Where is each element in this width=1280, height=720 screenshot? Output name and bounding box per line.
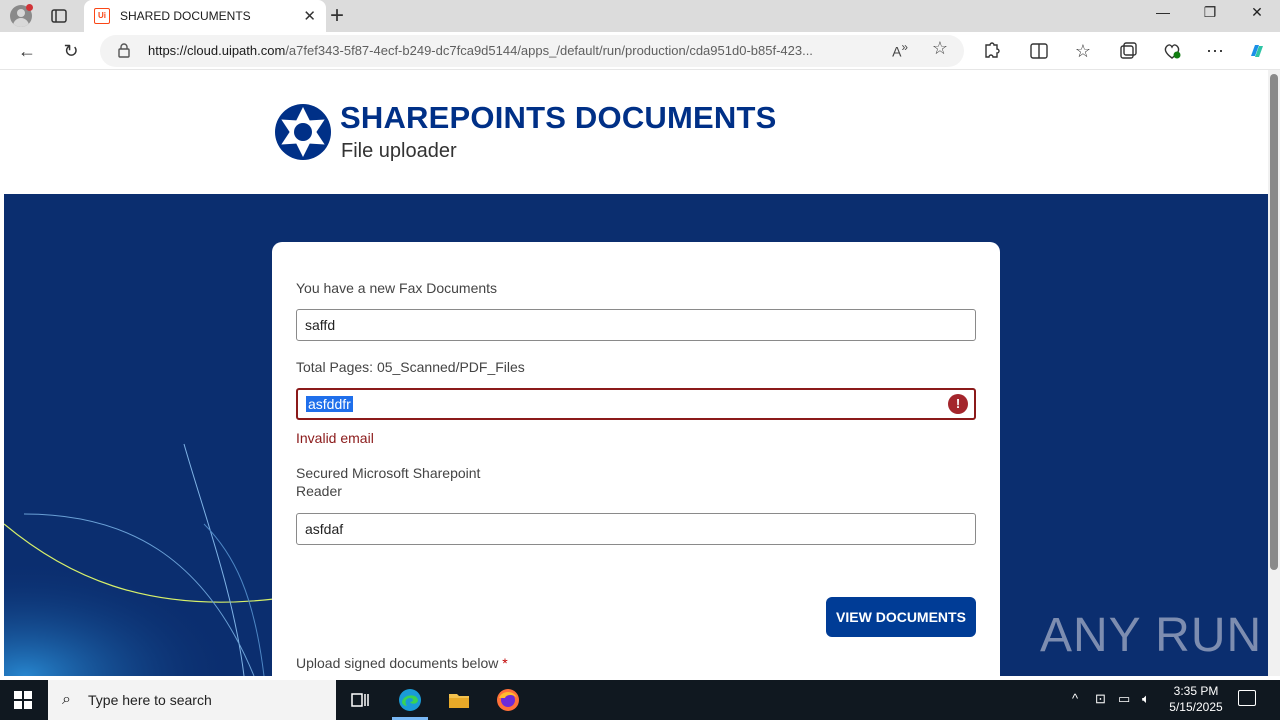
profile-status-dot <box>26 4 33 11</box>
taskbar-clock[interactable]: 3:35 PM 5/15/2025 <box>1168 683 1224 715</box>
required-asterisk: * <box>502 655 508 671</box>
total-pages-label: Total Pages: 05_Scanned/PDF_Files <box>296 359 525 375</box>
page-scrollbar[interactable] <box>1268 70 1280 676</box>
windows-start-icon[interactable] <box>14 691 32 709</box>
email-input[interactable]: asfddfr ! <box>296 388 976 420</box>
page-header: SHAREPOINTS DOCUMENTS File uploader <box>4 70 1268 194</box>
scrollbar-thumb[interactable] <box>1270 74 1278 570</box>
error-exclamation-icon: ! <box>948 394 968 414</box>
read-aloud-icon[interactable]: A» <box>892 41 908 60</box>
windows-taskbar: ⌕ Type here to search ^ ⊡ ▭ 🔈︎ 3:35 PM 5… <box>0 680 1280 720</box>
page-subtitle: File uploader <box>341 140 457 162</box>
browser-toolbar: ← ↻ https://cloud.uipath.com/a7fef343-5f… <box>0 32 1280 70</box>
copilot-icon[interactable] <box>1246 40 1268 62</box>
uipath-favicon-icon: Ui <box>94 8 110 24</box>
browser-tab[interactable]: Ui SHARED DOCUMENTS ✕ <box>84 0 326 32</box>
view-documents-button[interactable]: VIEW DOCUMENTS <box>826 597 976 637</box>
search-icon: ⌕ <box>62 691 71 708</box>
lock-icon[interactable] <box>118 43 130 58</box>
password-input[interactable]: asfdaf <box>296 513 976 545</box>
extensions-icon[interactable] <box>980 40 1002 62</box>
notification-center-icon[interactable] <box>1238 690 1256 706</box>
close-window-button[interactable]: ✕ <box>1234 4 1280 21</box>
browser-essentials-icon[interactable] <box>1161 40 1183 62</box>
clock-time: 3:35 PM <box>1173 684 1219 698</box>
aperture-logo-icon <box>275 104 331 160</box>
sharepoint-reader-label: Secured Microsoft Sharepoint Reader <box>296 465 480 499</box>
collections-icon[interactable] <box>1117 40 1139 62</box>
more-menu-icon[interactable]: ⋯ <box>1204 40 1226 62</box>
back-arrow-icon[interactable]: ← <box>16 40 38 62</box>
favorites-icon[interactable]: ☆ <box>1072 40 1094 62</box>
task-view-icon[interactable] <box>348 688 372 712</box>
form-card: You have a new Fax Documents saffd Total… <box>272 242 1000 676</box>
address-bar[interactable]: https://cloud.uipath.com/a7fef343-5f87-4… <box>100 35 964 67</box>
volume-icon[interactable]: 🔈︎ <box>1142 691 1150 707</box>
network-icon[interactable]: ▭ <box>1118 691 1130 707</box>
sharepoint-reader-label-line2: Reader <box>296 483 342 499</box>
fax-documents-label: You have a new Fax Documents <box>296 280 498 296</box>
anyrun-watermark: ANY RUN <box>1040 609 1263 662</box>
file-explorer-icon[interactable] <box>447 688 471 712</box>
clock-date: 5/15/2025 <box>1169 700 1223 714</box>
tray-chevron-icon[interactable]: ^ <box>1072 691 1078 706</box>
tray-device-icon[interactable]: ⊡ <box>1095 691 1106 707</box>
firefox-icon[interactable] <box>496 688 520 712</box>
fax-documents-value[interactable]: saffd <box>305 317 335 333</box>
invalid-email-message: Invalid email <box>296 430 374 446</box>
edge-browser-icon[interactable] <box>398 688 422 712</box>
tab-actions-icon[interactable] <box>50 7 68 25</box>
page-title: SHAREPOINTS DOCUMENTS <box>340 100 777 135</box>
upload-label: Upload signed documents below * <box>296 655 508 671</box>
url-text[interactable]: https://cloud.uipath.com/a7fef343-5f87-4… <box>148 43 813 58</box>
tab-close-icon[interactable]: ✕ <box>303 7 316 25</box>
password-input-value[interactable]: asfdaf <box>305 521 343 537</box>
search-placeholder: Type here to search <box>88 692 212 708</box>
minimize-button[interactable]: — <box>1140 4 1186 20</box>
browser-tab-strip: Ui SHARED DOCUMENTS ✕ + — ❐ ✕ <box>0 0 1280 32</box>
refresh-icon[interactable]: ↻ <box>60 40 82 62</box>
tab-title: SHARED DOCUMENTS <box>120 9 251 23</box>
fax-documents-input[interactable]: saffd <box>296 309 976 341</box>
new-tab-icon[interactable]: + <box>330 2 344 30</box>
upload-label-text: Upload signed documents below <box>296 655 499 671</box>
favorite-star-icon[interactable]: ☆ <box>932 38 948 59</box>
email-input-value[interactable]: asfddfr <box>306 396 353 412</box>
split-screen-icon[interactable] <box>1028 40 1050 62</box>
web-page: SHAREPOINTS DOCUMENTS File uploader You … <box>4 70 1268 676</box>
restore-button[interactable]: ❐ <box>1187 4 1233 21</box>
taskbar-search-box[interactable]: ⌕ Type here to search <box>48 680 336 720</box>
sharepoint-reader-label-line1: Secured Microsoft Sharepoint <box>296 465 481 481</box>
